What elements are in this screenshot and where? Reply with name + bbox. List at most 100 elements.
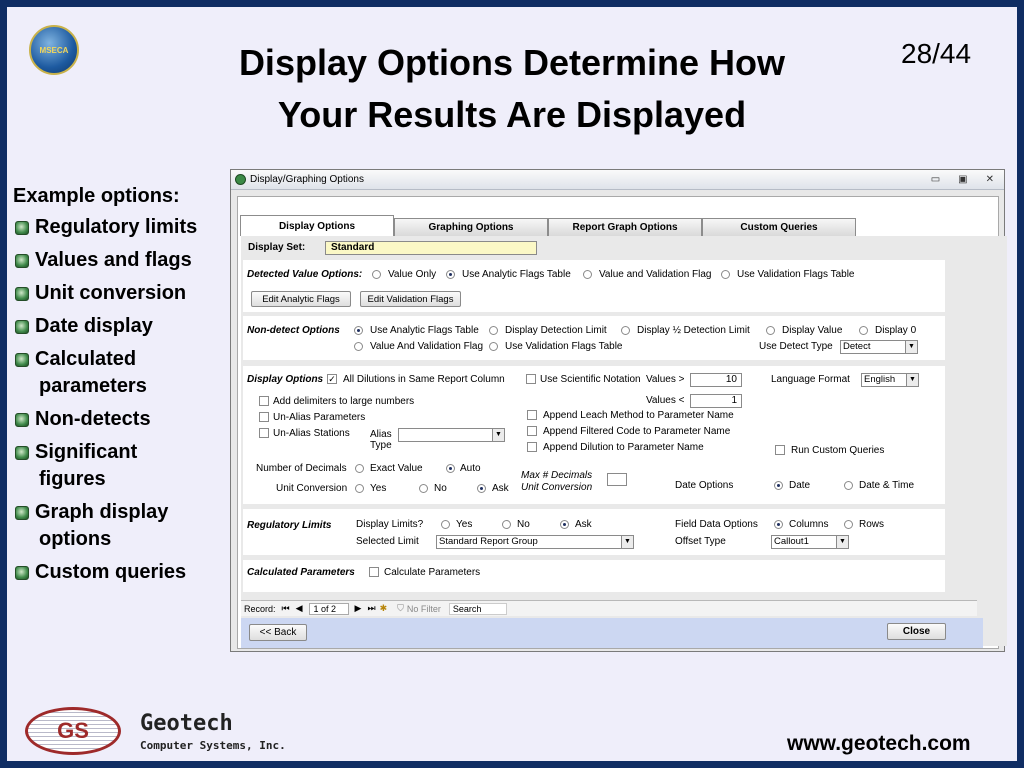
checkbox-label: All Dilutions in Same Report Column xyxy=(343,374,505,385)
radio-value-validation-flag[interactable] xyxy=(583,270,592,279)
number-of-decimals-label: Number of Decimals xyxy=(256,463,347,474)
radio-nd-use-validation-flags[interactable] xyxy=(489,342,498,351)
company-subtitle: Computer Systems, Inc. xyxy=(140,739,286,752)
record-label: Record: xyxy=(244,603,276,614)
radio-label: Display Value xyxy=(782,325,843,336)
field-data-options-label: Field Data Options xyxy=(675,519,758,530)
edit-validation-flags-button[interactable]: Edit Validation Flags xyxy=(360,291,461,307)
app-icon xyxy=(235,174,246,185)
radio-nd-display-value[interactable] xyxy=(766,326,775,335)
minimize-icon[interactable]: ▭ xyxy=(931,174,940,185)
language-format-select[interactable]: English ▼ xyxy=(861,373,919,387)
radio-limits-yes[interactable] xyxy=(441,520,450,529)
radio-nd-value-validation-flag[interactable] xyxy=(354,342,363,351)
window-title: Display/Graphing Options xyxy=(250,174,364,185)
radio-auto[interactable] xyxy=(446,464,455,473)
radio-limits-ask[interactable] xyxy=(560,520,569,529)
bullet-item: Graph display options xyxy=(13,499,228,553)
new-record-icon[interactable]: ✱ xyxy=(380,603,388,614)
radio-date[interactable] xyxy=(774,481,783,490)
unalias-stations-checkbox[interactable] xyxy=(259,428,269,438)
add-delimiters-checkbox[interactable] xyxy=(259,396,269,406)
next-record-icon[interactable]: ▶ xyxy=(355,603,362,614)
restore-icon[interactable]: ▣ xyxy=(958,174,967,185)
radio-exact-value[interactable] xyxy=(355,464,364,473)
append-leach-checkbox[interactable] xyxy=(527,410,537,420)
values-lt-field[interactable]: 1 xyxy=(690,394,742,408)
radio-label: Value and Validation Flag xyxy=(599,269,712,280)
bullet-item: Unit conversion xyxy=(13,280,228,307)
radio-unit-ask[interactable] xyxy=(477,484,486,493)
radio-label: Ask xyxy=(575,519,592,530)
radio-use-analytic-flags[interactable] xyxy=(446,270,455,279)
checkbox-label: Un-Alias Stations xyxy=(273,428,350,439)
radio-nd-display-detection-limit[interactable] xyxy=(489,326,498,335)
radio-unit-yes[interactable] xyxy=(355,484,364,493)
previous-record-icon[interactable]: ◀ xyxy=(296,603,303,614)
bullet-item: Calculated parameters xyxy=(13,346,228,400)
bullet-icon xyxy=(15,506,29,520)
radio-limits-no[interactable] xyxy=(502,520,511,529)
selected-limit-select[interactable]: Standard Report Group ▼ xyxy=(436,535,634,549)
max-decimals-field[interactable] xyxy=(607,473,627,486)
window-client: Display Options Graphing Options Report … xyxy=(237,196,1007,649)
calculate-parameters-checkbox[interactable] xyxy=(369,567,379,577)
close-button[interactable]: Close xyxy=(887,623,946,640)
checkbox-label: Append Dilution to Parameter Name xyxy=(543,442,704,453)
run-custom-queries-checkbox[interactable] xyxy=(775,445,785,455)
nondetect-section: Non-detect Options Use Analytic Flags Ta… xyxy=(243,316,945,360)
radio-date-time[interactable] xyxy=(844,481,853,490)
last-record-icon[interactable]: ⏭ xyxy=(367,603,375,614)
radio-label: Value Only xyxy=(388,269,437,280)
append-dilution-checkbox[interactable] xyxy=(527,442,537,452)
tab-custom-queries[interactable]: Custom Queries xyxy=(702,218,856,236)
tab-display-options[interactable]: Display Options xyxy=(240,215,394,236)
chevron-down-icon: ▼ xyxy=(906,374,918,386)
radio-value-only[interactable] xyxy=(372,270,381,279)
unalias-parameters-checkbox[interactable] xyxy=(259,412,269,422)
radio-label: Date xyxy=(789,480,811,491)
radio-columns[interactable] xyxy=(774,520,783,529)
alias-type-select[interactable]: ▼ xyxy=(398,428,505,442)
no-filter-indicator[interactable]: No Filter xyxy=(407,604,441,614)
radio-rows[interactable] xyxy=(844,520,853,529)
bullet-icon xyxy=(15,287,29,301)
language-format-label: Language Format xyxy=(771,374,850,385)
radio-unit-no[interactable] xyxy=(419,484,428,493)
checkbox-label: Add delimiters to large numbers xyxy=(273,396,415,407)
display-set-field[interactable]: Standard xyxy=(325,241,537,255)
radio-nd-display-zero[interactable] xyxy=(859,326,868,335)
radio-label: Use Validation Flags Table xyxy=(737,269,855,280)
record-position-field[interactable]: 1 of 2 xyxy=(308,602,349,615)
regulatory-limits-label: Regulatory Limits xyxy=(247,520,332,531)
edit-analytic-flags-button[interactable]: Edit Analytic Flags xyxy=(251,291,351,307)
radio-nd-use-analytic-flags[interactable] xyxy=(354,326,363,335)
first-record-icon[interactable]: ⏮ xyxy=(282,603,290,614)
window-footer: << Back Close xyxy=(241,618,983,648)
radio-use-validation-flags[interactable] xyxy=(721,270,730,279)
close-icon[interactable]: ✕ xyxy=(986,174,994,185)
radio-nd-half-detection-limit[interactable] xyxy=(621,326,630,335)
offset-type-label: Offset Type xyxy=(675,536,726,547)
regulatory-limits-section: Regulatory Limits Display Limits? Yes No… xyxy=(243,509,945,555)
use-detect-type-select[interactable]: Detect ▼ xyxy=(840,340,918,354)
tab-graphing-options[interactable]: Graphing Options xyxy=(394,218,548,236)
record-search-field[interactable]: Search xyxy=(448,602,507,615)
append-filtered-checkbox[interactable] xyxy=(527,426,537,436)
tab-report-graph-options[interactable]: Report Graph Options xyxy=(548,218,702,236)
chevron-down-icon: ▼ xyxy=(621,536,633,548)
all-dilutions-checkbox[interactable]: ✓ xyxy=(327,374,337,384)
detected-values-label: Detected Value Options: xyxy=(247,269,363,280)
values-lt-label: Values < xyxy=(646,395,685,406)
values-gt-label: Values > xyxy=(646,374,685,385)
company-url[interactable]: www.geotech.com xyxy=(787,732,971,756)
bullet-icon xyxy=(15,446,29,460)
bullet-item: Date display xyxy=(13,313,228,340)
mseca-seal-logo: MSECA xyxy=(29,25,79,75)
values-gt-field[interactable]: 10 xyxy=(690,373,742,387)
chevron-down-icon: ▼ xyxy=(492,429,504,441)
radio-label: No xyxy=(434,483,447,494)
offset-type-select[interactable]: Callout1 ▼ xyxy=(771,535,849,549)
back-button[interactable]: << Back xyxy=(249,624,307,641)
scientific-notation-checkbox[interactable] xyxy=(526,374,536,384)
